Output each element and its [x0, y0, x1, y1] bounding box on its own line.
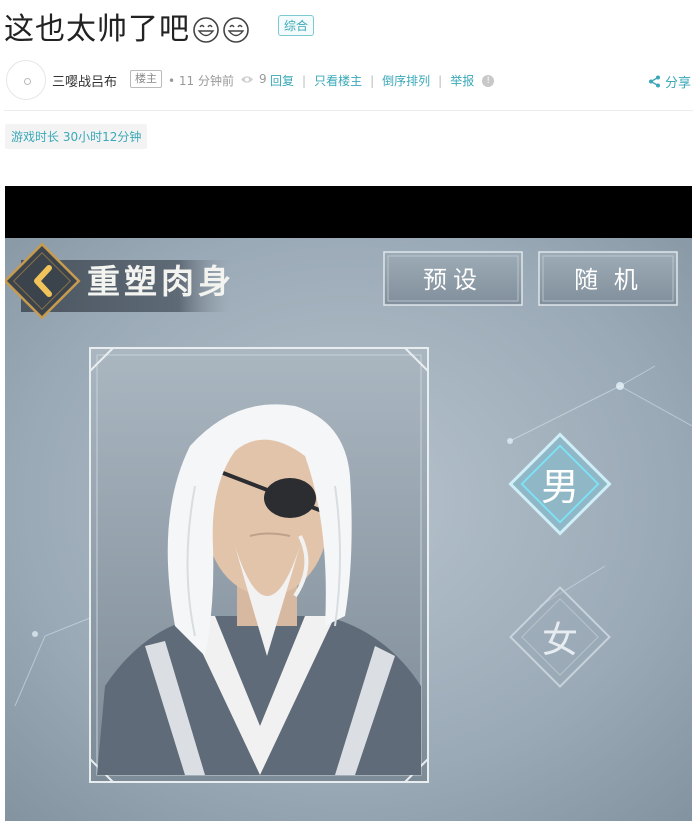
warning-icon[interactable]: !: [482, 74, 495, 87]
separator: |: [370, 73, 375, 88]
separator: |: [302, 73, 307, 88]
eye-icon: [241, 76, 253, 83]
grinning-face-emoji-icon: [223, 17, 249, 43]
grinning-face-emoji-icon: [193, 17, 219, 43]
letterbox-bar: [5, 186, 692, 238]
post-title-row: 这也太帅了吧: [4, 8, 250, 52]
star-dot: [32, 631, 38, 637]
post-actions: 回复 | 只看楼主 | 倒序排列 | 举报 !: [270, 72, 495, 89]
screen-title: 重塑肉身: [87, 262, 235, 301]
character-portrait: [89, 347, 429, 783]
reply-link[interactable]: 回复: [270, 72, 294, 89]
view-count: 9: [259, 72, 267, 86]
reverse-order-link[interactable]: 倒序排列: [382, 72, 430, 89]
only-owner-link[interactable]: 只看楼主: [314, 72, 362, 89]
divider: [4, 110, 693, 111]
category-tag[interactable]: 综合: [278, 15, 315, 36]
preset-button[interactable]: 预设: [383, 251, 523, 306]
owner-badge: 楼主: [130, 70, 162, 88]
post-meta: 三嘤战吕布 楼主 • 11 分钟前 9 回复 | 只看楼主 | 倒序排列 | 举…: [4, 58, 693, 100]
star-dot: [507, 438, 513, 444]
random-label: 随 机: [574, 266, 642, 294]
star-dot: [616, 382, 624, 390]
report-link[interactable]: 举报: [450, 72, 474, 89]
playtime-badge: 游戏时长 30小时12分钟: [5, 124, 148, 149]
share-label: 分享: [664, 76, 691, 91]
female-label: 女: [542, 620, 578, 661]
game-screenshot[interactable]: 重塑肉身 预设 随 机 男 女: [5, 186, 692, 821]
male-label: 男: [541, 465, 579, 509]
separator: |: [438, 73, 443, 88]
preset-label: 预设: [423, 266, 483, 294]
post-time: • 11 分钟前: [168, 74, 234, 88]
author-name[interactable]: 三嘤战吕布: [52, 71, 117, 90]
avatar-placeholder-icon: [24, 78, 31, 85]
share-button[interactable]: 分享: [648, 72, 691, 91]
random-button[interactable]: 随 机: [538, 251, 678, 306]
share-icon: [648, 75, 660, 88]
post-title: 这也太帅了吧: [4, 12, 190, 47]
avatar[interactable]: [6, 60, 46, 100]
